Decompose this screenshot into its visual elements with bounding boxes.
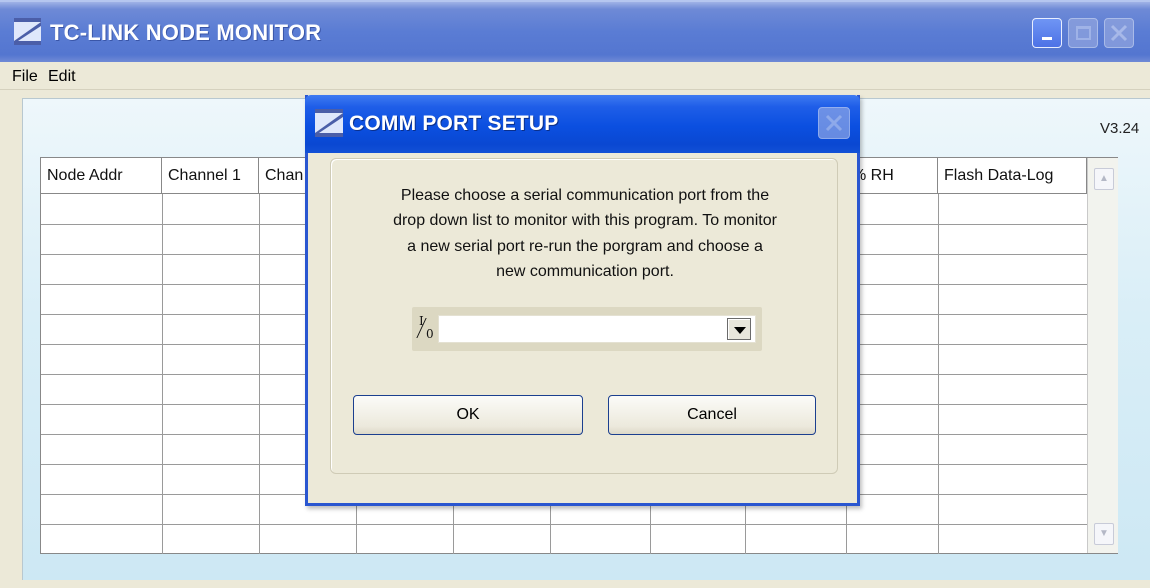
dialog-message-line: Please choose a serial communication por… (400, 187, 770, 204)
close-icon (1110, 24, 1128, 42)
dialog-titlebar[interactable]: COMM PORT SETUP (305, 95, 860, 153)
scroll-down-arrow-icon[interactable]: ▼ (1094, 523, 1114, 545)
menu-bar: File Edit (0, 64, 1150, 90)
dialog-close-button[interactable] (818, 107, 850, 139)
version-label: V3.24 (1100, 120, 1140, 137)
maximize-icon (1076, 26, 1091, 40)
minimize-button[interactable] (1032, 18, 1062, 48)
scroll-up-arrow-icon[interactable]: ▲ (1094, 168, 1114, 190)
dropdown-arrow-button[interactable] (727, 318, 751, 340)
io-port-icon: I 0 (416, 315, 438, 343)
close-icon (825, 114, 843, 132)
column-header-channel-1[interactable]: Channel 1 (162, 158, 259, 194)
port-select-dropdown[interactable] (438, 315, 756, 343)
dialog-logo-icon (315, 109, 343, 137)
vertical-scrollbar[interactable]: ▲ ▼ (1087, 158, 1118, 553)
chevron-down-icon (734, 327, 746, 334)
dialog-title: COMM PORT SETUP (349, 112, 559, 135)
column-header-node-addr[interactable]: Node Addr (41, 158, 162, 194)
menu-file[interactable]: File (12, 68, 38, 86)
minimize-icon (1042, 37, 1052, 40)
dialog-panel: Please choose a serial communication por… (330, 158, 838, 474)
window-title: TC-LINK NODE MONITOR (50, 20, 322, 45)
maximize-button[interactable] (1068, 18, 1098, 48)
port-select-frame: I 0 (412, 307, 762, 351)
ok-button[interactable]: OK (353, 395, 583, 435)
menu-edit[interactable]: Edit (48, 68, 76, 86)
comm-port-setup-dialog: COMM PORT SETUP Please choose a serial c… (305, 95, 860, 506)
app-logo-icon (14, 18, 41, 45)
close-window-button[interactable] (1104, 18, 1134, 48)
dialog-message-line: new communication port. (496, 263, 674, 280)
main-titlebar[interactable]: TC-LINK NODE MONITOR (0, 0, 1150, 62)
dialog-message-line: drop down list to monitor with this prog… (393, 212, 777, 229)
column-header-flash-data-log[interactable]: Flash Data-Log (938, 158, 1087, 194)
row-divider (41, 524, 1087, 525)
cancel-button[interactable]: Cancel (608, 395, 816, 435)
dialog-message-line: a new serial port re-run the porgram and… (407, 238, 763, 255)
